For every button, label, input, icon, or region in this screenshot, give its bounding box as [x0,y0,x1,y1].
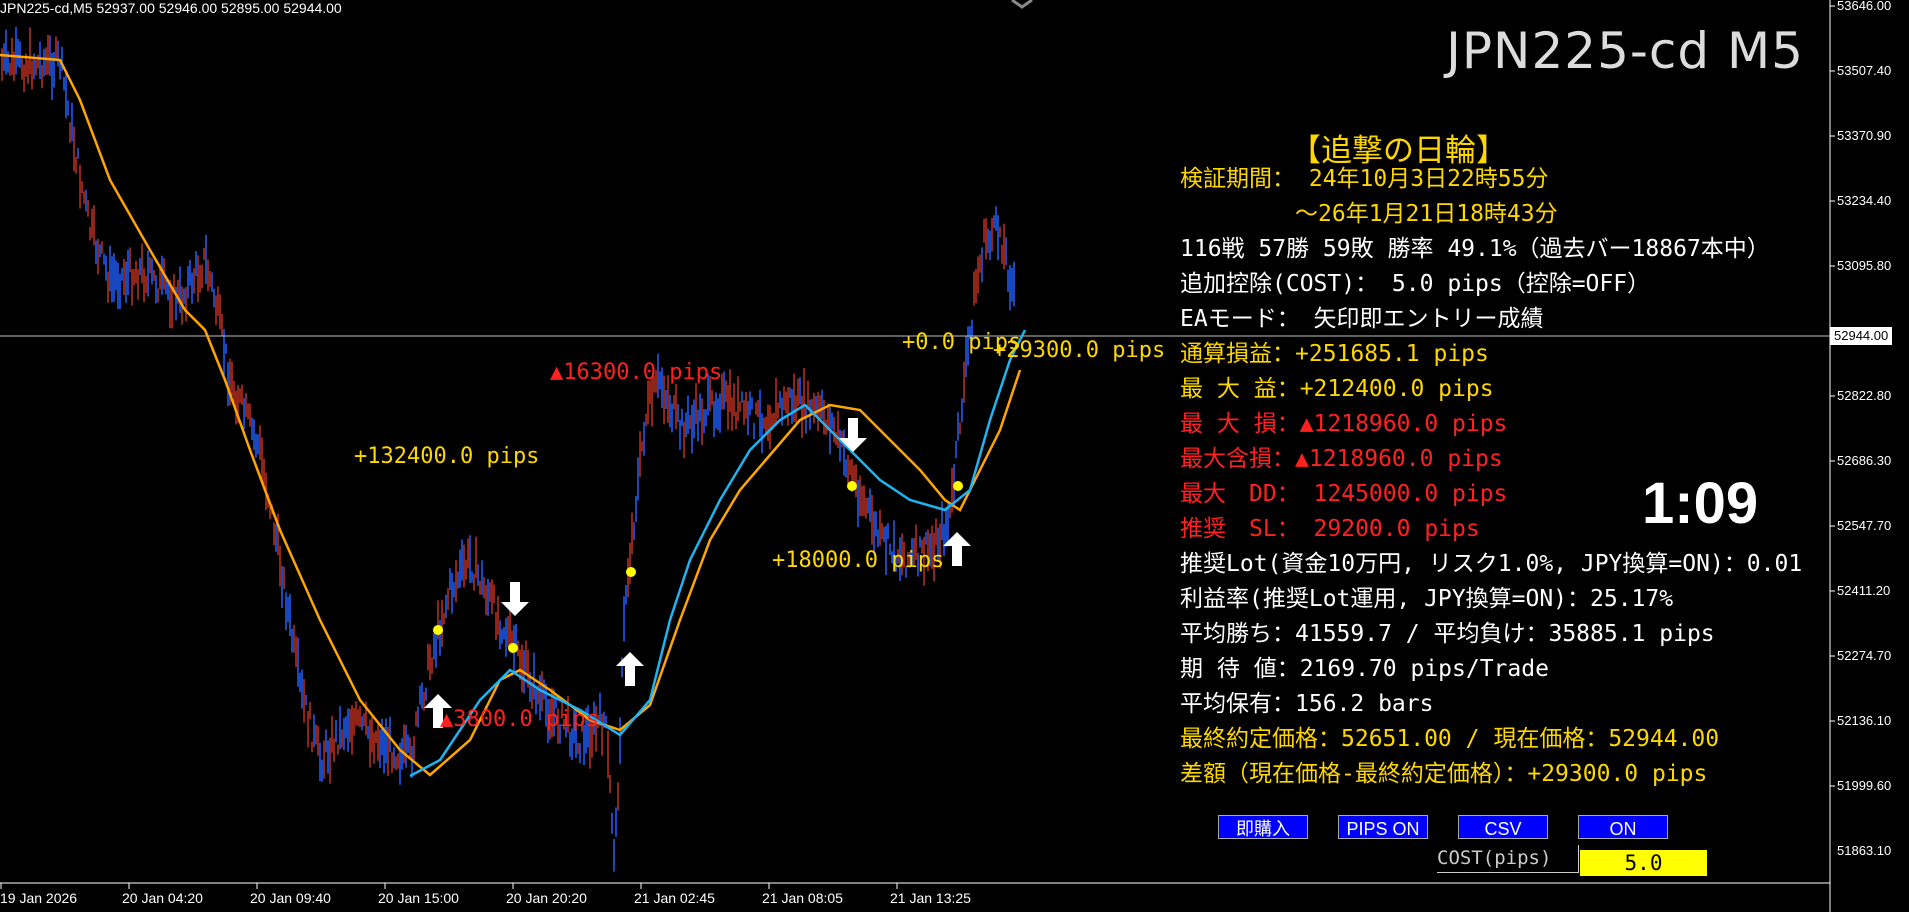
trade-result-label: +29300.0 pips [993,338,1166,363]
white-down-arrow-icon [839,418,867,452]
trade-result-label: +18000.0 pips [772,548,945,573]
on-toggle-button[interactable]: ON [1578,815,1668,839]
price-axis-label: 52274.70 [1837,648,1892,663]
yellow-dot-icon [433,625,443,635]
time-axis-ticks [0,883,898,889]
chart-title: JPN225-cd M5 [1446,22,1804,80]
price-axis-label: 53234.40 [1837,193,1892,208]
pips-toggle-button[interactable]: PIPS ON [1338,815,1428,839]
price-axis-label: 52411.20 [1837,583,1891,598]
time-axis-label: 19 Jan 2026 [0,890,78,906]
stat-period-start: 検証期間： 24年10月3日22時55分 [1180,166,1549,192]
time-axis-label: 20 Jan 15:00 [378,890,459,906]
stat-trade-count: 116戦 57勝 59敗 勝率 49.1%（過去バー18867本中） [1180,236,1770,262]
yellow-dot-icon [508,643,518,653]
stat-max-floating-loss: 最大含損：▲1218960.0 pips [1180,446,1503,472]
trade-result-label: +132400.0 pips [354,444,540,469]
panel-title: 【追撃の日輪】 [1290,133,1507,169]
white-up-arrow-icon [943,532,971,566]
stat-profit-rate: 利益率(推奨Lot運用, JPY換算=ON)：25.17% [1180,586,1674,612]
time-axis-label: 21 Jan 13:25 [890,890,971,906]
csv-button[interactable]: CSV [1458,815,1548,839]
stat-cost: 追加控除(COST)： 5.0 pips（控除=OFF） [1180,271,1651,297]
price-axis-label: 53507.40 [1837,63,1892,78]
stat-expectancy: 期 待 値：2169.70 pips/Trade [1180,656,1549,682]
price-axis-label: 52822.80 [1837,388,1892,403]
price-axis-label: 51863.10 [1837,843,1892,858]
price-axis-ticks [1830,5,1835,787]
stat-price-difference: 差額（現在価格-最終約定価格）：+29300.0 pips [1180,761,1708,787]
time-axis-label: 20 Jan 20:20 [506,890,587,906]
buy-now-button[interactable]: 即購入 [1218,815,1308,839]
stat-max-profit: 最 大 益：+212400.0 pips [1180,376,1494,402]
current-price-label: 52944.00 [1830,327,1892,345]
white-down-arrow-icon [501,582,529,616]
yellow-dot-icon [953,481,963,491]
stat-avg-holding: 平均保有：156.2 bars [1180,691,1434,717]
price-axis-label: 51999.60 [1837,778,1892,793]
trade-result-label: ▲16300.0 pips [550,360,723,385]
trade-result-label: ▲3800.0 pips [440,707,599,732]
yellow-dot-icon [847,481,857,491]
time-axis-label: 20 Jan 09:40 [250,890,331,906]
stat-total-pnl: 通算損益：+251685.1 pips [1180,341,1489,367]
price-axis-label: 53370.90 [1837,128,1892,143]
stat-period-end: ～26年1月21日18時43分 [1180,201,1558,227]
price-axis-label: 53095.80 [1837,258,1892,273]
symbol-ohlc-info: JPN225-cd,M5 52937.00 52946.00 52895.00 … [0,0,342,16]
price-axis-label: 52686.30 [1837,453,1892,468]
stat-max-drawdown: 最大 DD： 1245000.0 pips [1180,481,1508,507]
cost-input[interactable] [1580,850,1707,876]
bar-countdown-timer: 1:09 [1642,471,1759,536]
cost-label: COST(pips) [1437,845,1579,873]
time-axis-label: 21 Jan 02:45 [634,890,715,906]
stat-ea-mode: EAモード： 矢印即エントリー成績 [1180,306,1544,332]
orange-moving-average-line [0,53,1022,777]
price-axis-label: 52547.70 [1837,518,1892,533]
yellow-dot-icon [626,567,636,577]
chevron-down-icon[interactable] [1011,0,1033,9]
stat-recommended-lot: 推奨Lot(資金10万円, リスク1.0%, JPY換算=ON)：0.01 [1180,551,1803,577]
time-axis-label: 20 Jan 04:20 [122,890,203,906]
price-axis-label: 52136.10 [1837,713,1892,728]
stat-recommended-sl: 推奨 SL： 29200.0 pips [1180,516,1480,542]
stat-max-loss: 最 大 損：▲1218960.0 pips [1180,411,1508,437]
time-axis-label: 21 Jan 08:05 [762,890,843,906]
stat-last-and-current-price: 最終約定価格：52651.00 / 現在価格：52944.00 [1180,726,1720,752]
price-axis-label: 53646.00 [1837,0,1892,13]
stat-avg-win-loss: 平均勝ち：41559.7 / 平均負け：35885.1 pips [1180,621,1715,647]
white-up-arrow-icon [616,652,644,686]
